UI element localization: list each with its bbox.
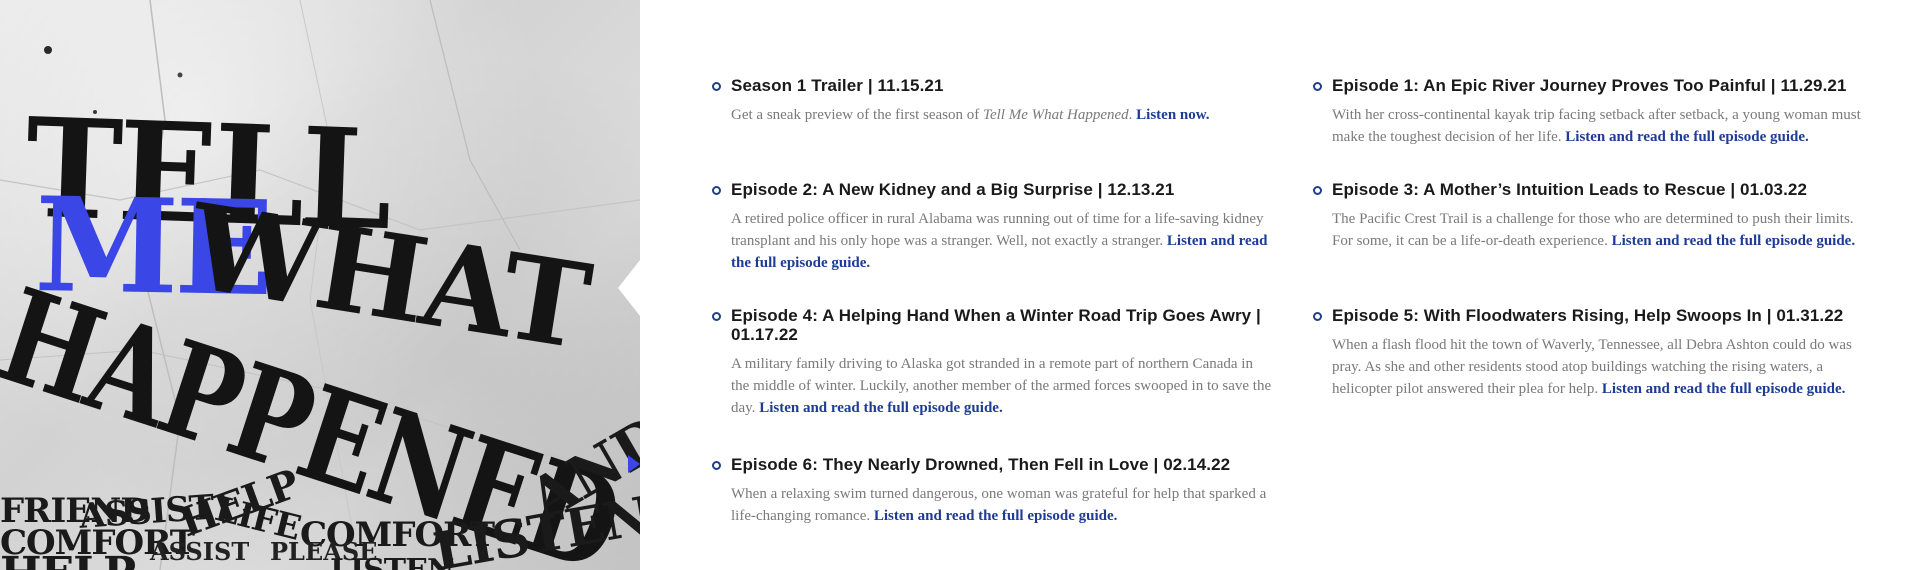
- episode-item-2: Episode 2: A New Kidney and a Big Surpri…: [712, 180, 1272, 274]
- episode-item-4: Episode 4: A Helping Hand When a Winter …: [712, 306, 1272, 419]
- episode-description: Get a sneak preview of the first season …: [731, 107, 1210, 123]
- bullet-icon: [1313, 82, 1322, 91]
- bullet-icon: [712, 461, 721, 470]
- bullet-icon: [712, 312, 721, 321]
- bg-word-help: HELP: [0, 552, 136, 570]
- episode-item-1: Episode 1: An Epic River Journey Proves …: [1313, 76, 1893, 148]
- episode-description: The Pacific Crest Trail is a challenge f…: [1332, 211, 1856, 249]
- episode-description: When a flash flood hit the town of Waver…: [1332, 337, 1852, 397]
- bg-word-assist-2: ASSIST: [150, 537, 250, 566]
- listen-link[interactable]: Listen and read the full episode guide.: [1565, 129, 1809, 145]
- bullet-icon: [1313, 312, 1322, 321]
- hero-arrow-icon: [628, 455, 640, 473]
- episode-title: Season 1 Trailer | 11.15.21: [731, 76, 944, 95]
- episode-item-6: Episode 6: They Nearly Drowned, Then Fel…: [712, 455, 1272, 527]
- episode-description: A military family driving to Alaska got …: [731, 356, 1272, 416]
- listen-link[interactable]: Listen and read the full episode guide.: [874, 508, 1118, 524]
- listen-link[interactable]: Listen and read the full episode guide.: [1612, 233, 1856, 249]
- listen-link[interactable]: Listen now.: [1136, 107, 1209, 123]
- episode-item-5: Episode 5: With Floodwaters Rising, Help…: [1313, 306, 1873, 400]
- bullet-icon: [1313, 186, 1322, 195]
- episode-title: Episode 2: A New Kidney and a Big Surpri…: [731, 180, 1175, 199]
- bg-word-listen-2: LISTEN: [330, 556, 454, 570]
- episode-description: A retired police officer in rural Alabam…: [731, 211, 1268, 271]
- episode-item-trailer: Season 1 Trailer | 11.15.21 Get a sneak …: [712, 76, 1272, 126]
- bullet-icon: [712, 186, 721, 195]
- bullet-icon: [712, 82, 721, 91]
- hero-notch: [618, 260, 640, 316]
- episode-description: With her cross-continental kayak trip fa…: [1332, 107, 1861, 145]
- episode-title: Episode 5: With Floodwaters Rising, Help…: [1332, 306, 1844, 325]
- episode-title: Episode 6: They Nearly Drowned, Then Fel…: [731, 455, 1231, 474]
- episode-list: Season 1 Trailer | 11.15.21 Get a sneak …: [712, 76, 1902, 556]
- episode-title: Episode 1: An Epic River Journey Proves …: [1332, 76, 1847, 95]
- listen-link[interactable]: Listen and read the full episode guide.: [759, 400, 1003, 416]
- episode-description: When a relaxing swim turned dangerous, o…: [731, 486, 1267, 524]
- podcast-cover-art: TELL ME WHAT HAPPENED FRIEND ASSIST COMF…: [0, 0, 640, 570]
- listen-link[interactable]: Listen and read the full episode guide.: [1602, 381, 1846, 397]
- episode-title: Episode 4: A Helping Hand When a Winter …: [731, 306, 1261, 344]
- episode-title: Episode 3: A Mother’s Intuition Leads to…: [1332, 180, 1808, 199]
- episode-item-3: Episode 3: A Mother’s Intuition Leads to…: [1313, 180, 1873, 252]
